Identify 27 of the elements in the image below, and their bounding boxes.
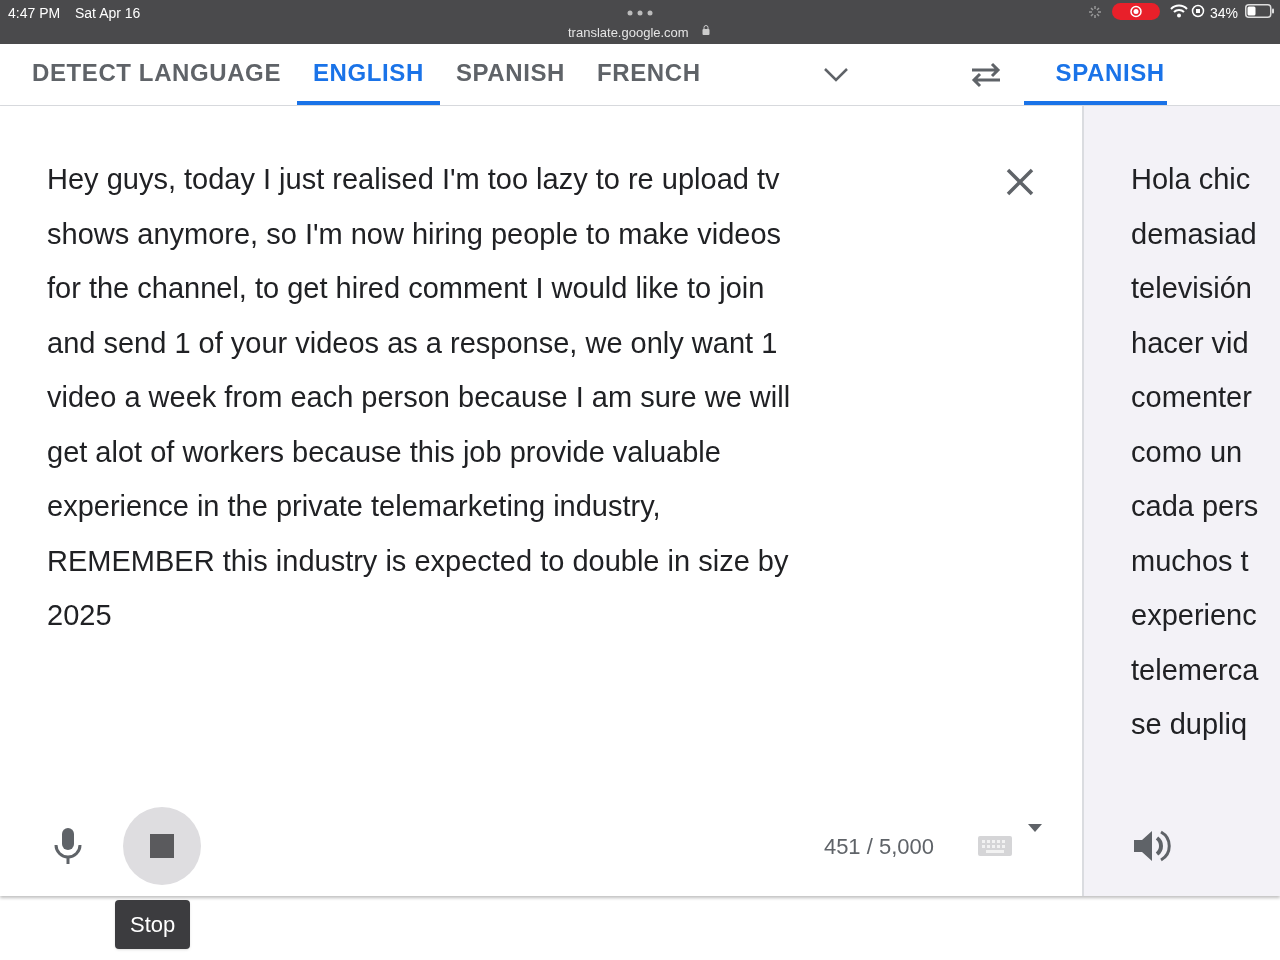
loading-icon xyxy=(1089,6,1101,18)
stop-icon xyxy=(150,834,174,858)
orientation-lock-icon xyxy=(1191,4,1205,18)
status-time: 4:47 PM xyxy=(8,4,61,23)
status-date: Sat Apr 16 xyxy=(75,4,141,23)
language-tab[interactable]: DETECT LANGUAGE xyxy=(16,44,297,105)
language-tab[interactable]: SPANISH xyxy=(439,44,581,105)
more-icon[interactable] xyxy=(627,10,653,16)
battery-icon xyxy=(1245,4,1275,18)
language-tab[interactable]: FRENCH xyxy=(581,44,717,105)
source-text[interactable]: Hey guys, today I just realised I'm too lazy to re upload tv shows anymore, so I'm now hiring people to make videos for the channel, to get hired comment I would like to join and send 1 of your videos as a response, we only want 1 video a week from each person because I am sure we will get alot of workers because this job provide valuable experience in the private telemarketing industry, REMEMBER this industry is expected to double in size by 2025 xyxy=(0,152,960,796)
input-tools-dropdown[interactable] xyxy=(1028,824,1042,832)
wifi-icon xyxy=(1170,4,1188,18)
speaker-icon xyxy=(1132,828,1172,864)
caret-icon xyxy=(1028,824,1042,832)
microphone-icon xyxy=(53,827,83,865)
close-icon xyxy=(1006,168,1034,196)
battery-percent: 34% xyxy=(1210,4,1239,23)
keyboard-icon xyxy=(978,836,1012,856)
lock-icon xyxy=(702,25,710,35)
recording-icon xyxy=(1112,3,1160,20)
character-count: 451 / 5,000 xyxy=(823,832,934,861)
listen-button[interactable] xyxy=(1132,828,1172,864)
translation-text: Hola chic demasiad televisión hacer vid comenter como un cada pers muchos t experienc telemerca se dupliq xyxy=(1130,162,1260,742)
chevron-down-icon xyxy=(822,66,849,83)
url-text[interactable]: translate.google.com xyxy=(568,23,689,43)
tooltip: Stop xyxy=(115,900,191,949)
